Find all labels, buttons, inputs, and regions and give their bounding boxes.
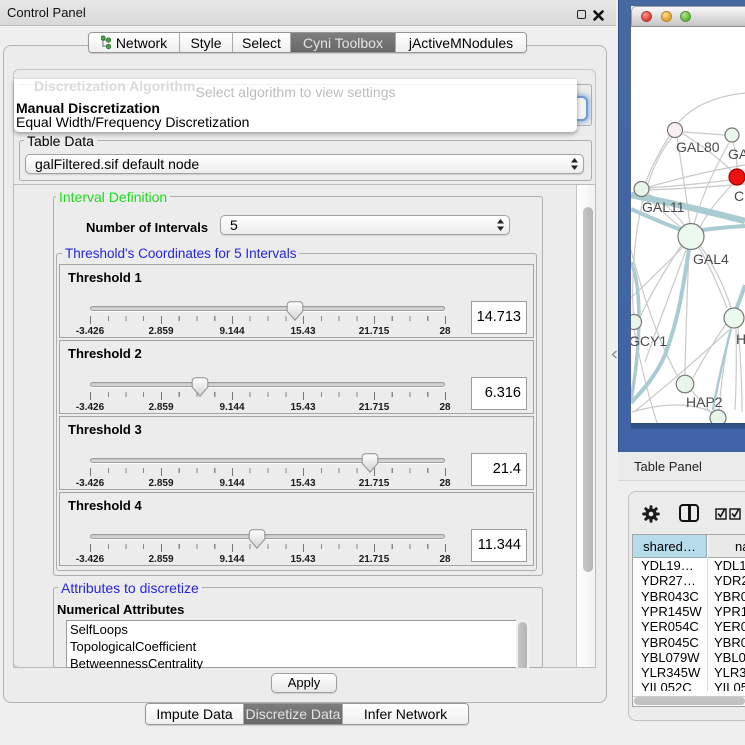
svg-text:GAL4: GAL4 [693, 251, 729, 267]
svg-text:GA: GA [728, 146, 745, 162]
svg-text:H: H [736, 331, 745, 347]
svg-text:GAL11: GAL11 [642, 199, 685, 215]
svg-text:C: C [734, 188, 744, 204]
svg-text:GAL80: GAL80 [676, 139, 720, 155]
svg-text:GCY1: GCY1 [631, 333, 667, 349]
svg-text:HAP2: HAP2 [686, 394, 723, 410]
